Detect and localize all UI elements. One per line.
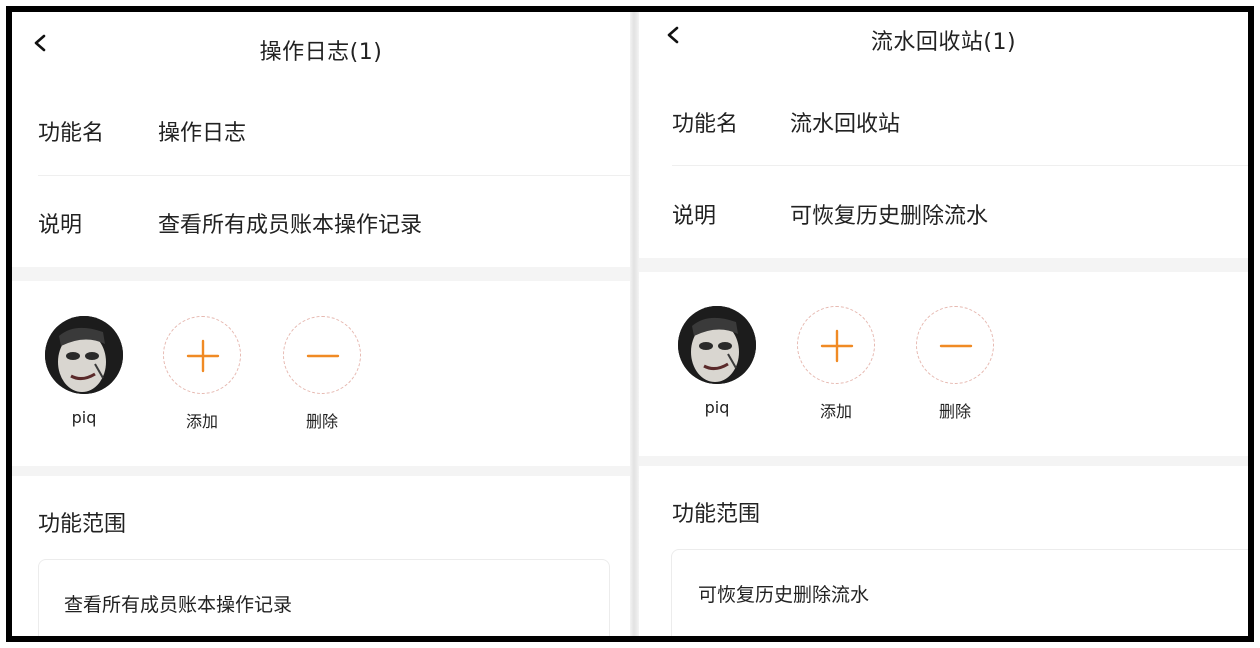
remove-member-item[interactable]: 删除 [282,316,362,432]
add-member-item[interactable]: 添加 [796,306,876,422]
remove-member-button[interactable] [916,306,994,384]
scope-text: 可恢复历史删除流水 [698,584,870,606]
remove-member-label: 删除 [305,412,338,431]
function-name-label: 功能名 [672,112,739,137]
description-label: 说明 [672,204,717,229]
add-member-button[interactable] [797,306,875,384]
avatar [678,306,756,384]
plus-icon [186,339,220,373]
screenshot-frame: 操作日志(1) 功能名 操作日志 说明 查看所有成员账本操作记录 piq 添加 … [6,6,1254,642]
recycle-bin-screen: 流水回收站(1) 功能名 流水回收站 说明 可恢复历史删除流水 piq 添加 删… [639,12,1248,636]
member-name: piq [71,408,97,427]
page-title: 流水回收站(1) [870,30,1017,55]
minus-icon [939,344,973,348]
screen-divider [630,12,639,636]
function-name-value: 操作日志 [158,121,247,146]
section-separator [12,267,630,281]
function-name-label: 功能名 [38,121,105,146]
divider [38,175,630,176]
section-separator [639,258,1248,272]
scope-title: 功能范围 [672,502,761,527]
member-name: piq [704,398,730,417]
remove-member-label: 删除 [938,402,971,421]
scope-title: 功能范围 [38,512,127,537]
divider [672,165,1248,166]
add-member-item[interactable]: 添加 [162,316,242,432]
section-separator [12,466,630,476]
member-item[interactable]: piq [44,316,124,427]
remove-member-button[interactable] [283,316,361,394]
add-member-label: 添加 [819,402,852,421]
member-item[interactable]: piq [677,306,757,417]
scope-text: 查看所有成员账本操作记录 [64,594,293,616]
add-member-label: 添加 [185,412,218,431]
section-separator [639,456,1248,466]
page-title: 操作日志(1) [259,40,383,65]
plus-icon [820,329,854,363]
remove-member-item[interactable]: 删除 [915,306,995,422]
operation-log-screen: 操作日志(1) 功能名 操作日志 说明 查看所有成员账本操作记录 piq 添加 … [12,12,630,636]
add-member-button[interactable] [163,316,241,394]
function-name-value: 流水回收站 [790,112,901,137]
description-label: 说明 [38,213,83,238]
description-value: 查看所有成员账本操作记录 [158,213,423,238]
minus-icon [306,354,340,358]
description-value: 可恢复历史删除流水 [790,204,989,229]
avatar [45,316,123,394]
